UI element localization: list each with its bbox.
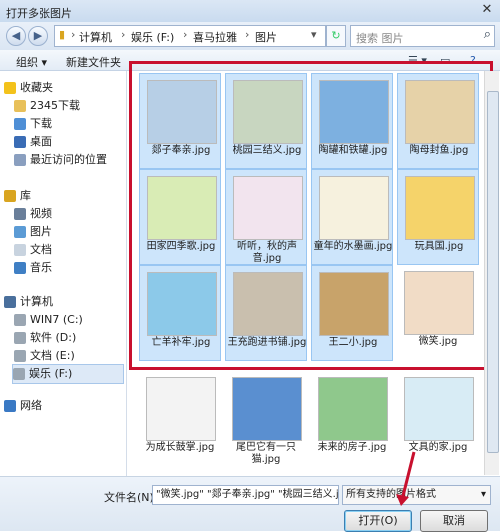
sidebar-library[interactable]: 库 bbox=[4, 187, 31, 205]
title-bar: 打开多张图片 ✕ bbox=[0, 0, 500, 23]
sidebar-item-music[interactable]: 音乐 bbox=[14, 259, 52, 277]
sidebar-network[interactable]: 网络 bbox=[4, 397, 42, 415]
chevron-right-icon: › bbox=[121, 28, 126, 41]
filename-input[interactable]: "微笑.jpg" "郯子奉亲.jpg" "桃园三结义.jpg" bbox=[152, 485, 339, 505]
vertical-scrollbar[interactable] bbox=[484, 71, 499, 475]
drive-icon bbox=[14, 350, 26, 362]
file-item[interactable]: 尾巴它有一只猫.jpg bbox=[225, 371, 307, 467]
scrollbar-thumb[interactable] bbox=[487, 91, 499, 453]
annotation-arrow-icon bbox=[396, 451, 416, 506]
filename-label: 文件名(N): bbox=[104, 491, 158, 504]
desktop-icon bbox=[14, 136, 26, 148]
chevron-down-icon: ▾ bbox=[480, 489, 486, 500]
sidebar-drive-c[interactable]: WIN7 (C:) bbox=[14, 311, 83, 329]
sidebar-item-recent[interactable]: 最近访问的位置 bbox=[14, 151, 107, 169]
breadcrumb-computer[interactable]: 计算机 bbox=[79, 29, 112, 45]
chevron-right-icon: › bbox=[71, 28, 76, 41]
sidebar-item-download[interactable]: 下载 bbox=[14, 115, 52, 133]
navigation-pane: 收藏夹 2345下载 下载 桌面 最近访问的位置 库 视频 图片 文档 音乐 计… bbox=[0, 71, 127, 476]
breadcrumb-folder[interactable]: 喜马拉雅 bbox=[193, 29, 237, 45]
search-input[interactable]: 搜索 图片 bbox=[356, 30, 404, 46]
breadcrumb-drive[interactable]: 娱乐 (F:) bbox=[131, 29, 174, 45]
document-icon bbox=[14, 244, 26, 256]
file-name: 未来的房子.jpg bbox=[317, 442, 387, 453]
file-dialog-footer: 文件名(N): "微笑.jpg" "郯子奉亲.jpg" "桃园三结义.jpg" … bbox=[0, 476, 500, 532]
sidebar-item-desktop[interactable]: 桌面 bbox=[14, 133, 52, 151]
chevron-right-icon: › bbox=[183, 28, 188, 41]
navigation-bar: ◀ ▶ ▮ › 计算机 › 娱乐 (F:) › 喜马拉雅 › 图片 ▾ ↻ 搜索… bbox=[0, 22, 500, 50]
folder-icon: ▮ bbox=[59, 28, 66, 41]
back-button[interactable]: ◀ bbox=[6, 26, 26, 46]
window-title: 打开多张图片 bbox=[6, 7, 72, 20]
file-item[interactable]: 未来的房子.jpg bbox=[311, 371, 393, 467]
folder-icon bbox=[14, 100, 26, 112]
forward-button[interactable]: ▶ bbox=[28, 26, 48, 46]
search-icon[interactable]: ⌕ bbox=[484, 27, 491, 42]
thumbnail bbox=[404, 377, 474, 441]
thumbnail bbox=[232, 377, 302, 441]
computer-icon bbox=[4, 296, 16, 308]
recent-places-icon bbox=[14, 154, 26, 166]
thumbnail bbox=[318, 377, 388, 441]
library-icon bbox=[4, 190, 16, 202]
chevron-right-icon: › bbox=[245, 28, 250, 41]
music-icon bbox=[14, 262, 26, 274]
picture-icon bbox=[14, 226, 26, 238]
video-icon bbox=[14, 208, 26, 220]
star-icon bbox=[4, 82, 16, 94]
open-button[interactable]: 打开(O) bbox=[344, 510, 412, 532]
sidebar-item-documents[interactable]: 文档 bbox=[14, 241, 52, 259]
organize-button[interactable]: 组织 ▾ bbox=[16, 54, 47, 70]
filetype-value: 所有支持的图片格式 bbox=[346, 489, 436, 500]
chevron-down-icon[interactable]: ▾ bbox=[311, 28, 317, 41]
close-icon[interactable]: ✕ bbox=[480, 3, 494, 17]
selection-highlight-box bbox=[129, 61, 493, 370]
thumbnail bbox=[146, 377, 216, 441]
sidebar-computer[interactable]: 计算机 bbox=[4, 293, 53, 311]
search-box[interactable]: 搜索 图片 ⌕ bbox=[350, 25, 495, 47]
sidebar-item-2345download[interactable]: 2345下载 bbox=[14, 97, 80, 115]
sidebar-drive-e[interactable]: 文档 (E:) bbox=[14, 347, 75, 365]
sidebar-item-pictures[interactable]: 图片 bbox=[14, 223, 52, 241]
file-name: 尾巴它有一只猫.jpg bbox=[236, 442, 296, 465]
sidebar-favorites[interactable]: 收藏夹 bbox=[4, 79, 53, 97]
cancel-button[interactable]: 取消 bbox=[420, 510, 488, 532]
sidebar-drive-d[interactable]: 软件 (D:) bbox=[14, 329, 120, 347]
address-bar[interactable]: ▮ › 计算机 › 娱乐 (F:) › 喜马拉雅 › 图片 ▾ bbox=[54, 25, 326, 47]
drive-icon bbox=[14, 314, 26, 326]
breadcrumb-current[interactable]: 图片 bbox=[255, 29, 277, 45]
new-folder-button[interactable]: 新建文件夹 bbox=[66, 54, 121, 70]
drive-icon bbox=[14, 332, 26, 344]
drive-icon bbox=[13, 368, 25, 380]
sidebar-item-video[interactable]: 视频 bbox=[14, 205, 52, 223]
network-icon bbox=[4, 400, 16, 412]
file-name: 为成长鼓掌.jpg bbox=[145, 442, 215, 453]
file-item[interactable]: 为成长鼓掌.jpg bbox=[139, 371, 221, 467]
refresh-button[interactable]: ↻ bbox=[326, 25, 346, 47]
sidebar-drive-f[interactable]: 娱乐 (F:) bbox=[12, 364, 124, 384]
download-icon bbox=[14, 118, 26, 130]
